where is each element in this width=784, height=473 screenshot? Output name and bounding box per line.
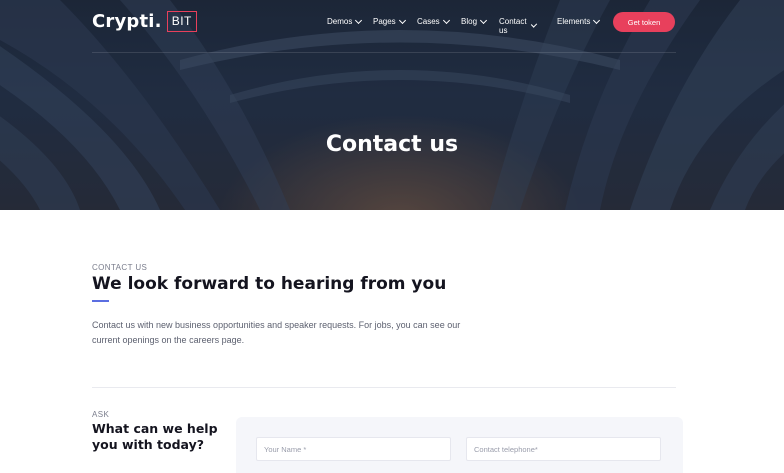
chevron-down-icon	[398, 16, 406, 24]
chevron-down-icon	[593, 16, 601, 24]
site-logo[interactable]: Crypti. BIT	[92, 11, 197, 32]
name-input[interactable]: Your Name *	[256, 437, 451, 461]
chevron-down-icon	[479, 16, 488, 24]
nav-item-contact-us[interactable]: Contact us	[499, 17, 537, 35]
nav-item-label: Blog	[461, 17, 478, 26]
chevron-down-icon	[530, 21, 537, 28]
contact-eyebrow: CONTACT US	[92, 263, 148, 272]
nav-item-demos[interactable]: Demos	[327, 16, 363, 26]
phone-input[interactable]: Contact telephone*	[466, 437, 661, 461]
top-navigation-bar: Crypti. BIT Demos Pages Cases Blog Conta…	[0, 0, 784, 52]
ask-heading-line2: you with today?	[92, 437, 205, 452]
section-divider	[92, 387, 676, 388]
nav-item-cases[interactable]: Cases	[417, 16, 450, 26]
chevron-down-icon	[355, 16, 363, 24]
ask-eyebrow: ASK	[92, 410, 110, 419]
ask-heading: What can we help you with today?	[92, 421, 218, 453]
nav-item-label: Pages	[373, 17, 396, 26]
nav-item-label: Elements	[557, 17, 591, 26]
hero-banner: Crypti. BIT Demos Pages Cases Blog Conta…	[0, 0, 784, 210]
nav-item-pages[interactable]: Pages	[373, 16, 406, 26]
nav-item-blog[interactable]: Blog	[461, 16, 488, 26]
nav-item-label: Contact us	[499, 17, 527, 35]
logo-badge: BIT	[166, 11, 197, 32]
header-divider	[92, 52, 676, 53]
nav-item-label: Cases	[417, 17, 440, 26]
contact-paragraph: Contact us with new business opportuniti…	[92, 320, 461, 345]
nav-item-elements[interactable]: Elements	[557, 16, 601, 26]
heading-accent-bar	[92, 300, 109, 302]
nav-item-label: Demos	[327, 17, 353, 26]
logo-text: Crypti.	[92, 11, 162, 32]
get-token-button[interactable]: Get token	[613, 12, 675, 32]
ask-heading-line1: What can we help	[92, 421, 218, 436]
contact-heading: We look forward to hearing from you	[92, 274, 447, 294]
page-title: Contact us	[325, 132, 459, 157]
chevron-down-icon	[442, 16, 450, 24]
